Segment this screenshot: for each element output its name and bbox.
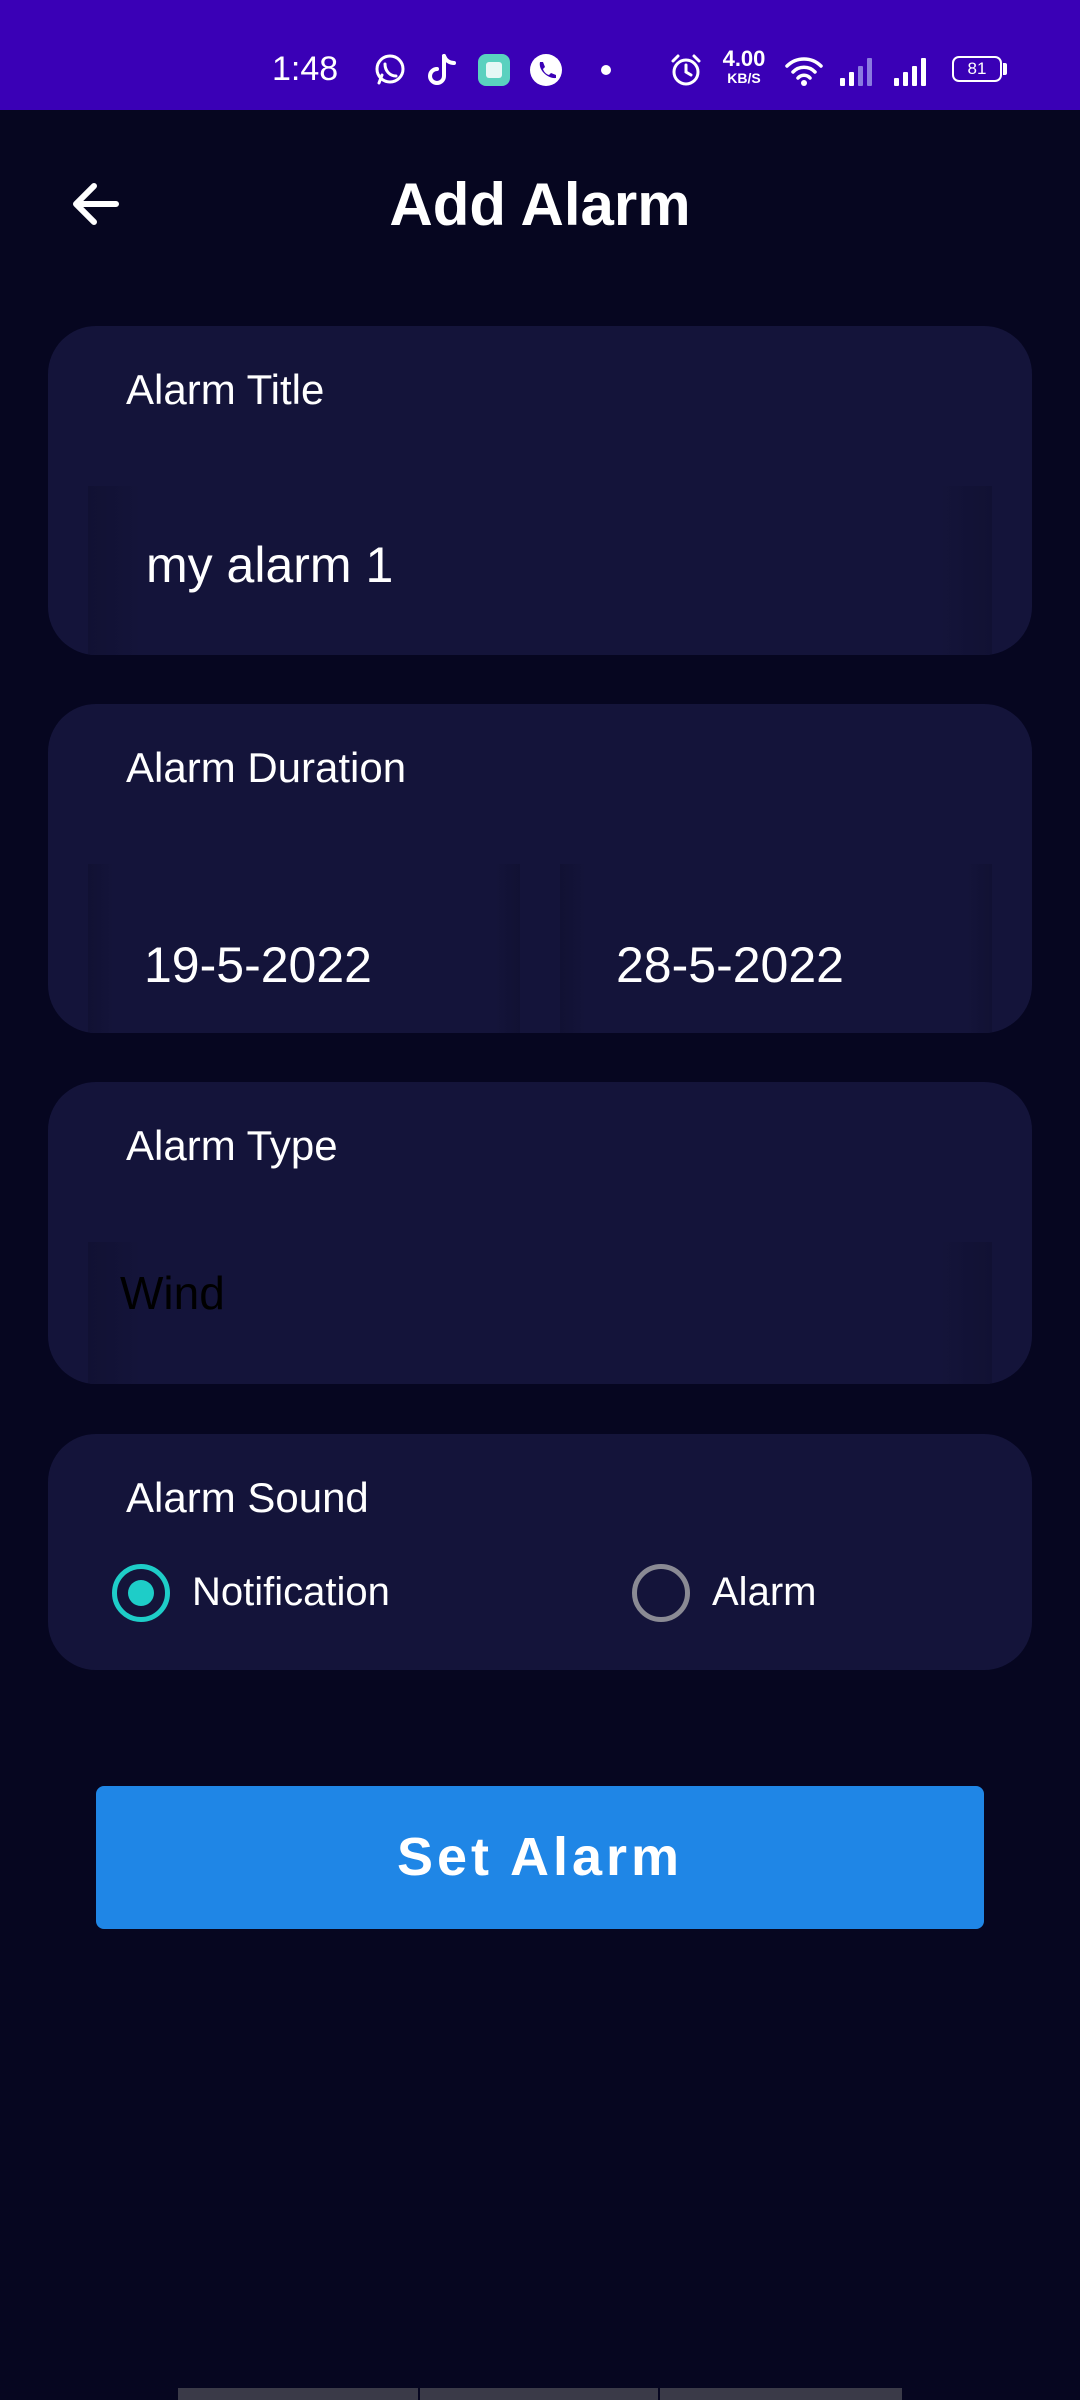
app-icon — [478, 54, 510, 86]
notification-dot-icon — [601, 65, 611, 75]
alarm-duration-card: Alarm Duration 19-5-2022 28-5-2022 — [48, 704, 1032, 1033]
network-speed-unit: KB/S — [727, 70, 761, 86]
end-date-value: 28-5-2022 — [616, 937, 844, 993]
wifi-icon — [785, 57, 823, 86]
alarm-radio-option[interactable]: Alarm — [632, 1564, 932, 1644]
end-date-field[interactable]: 28-5-2022 — [560, 864, 992, 1033]
alarm-type-card: Alarm Type Wind — [48, 1082, 1032, 1384]
status-bar: 1:48 4.00 KB/S 81 — [0, 0, 1080, 110]
page-title: Add Alarm — [389, 171, 691, 238]
notification-radio-button[interactable] — [112, 1564, 170, 1622]
notification-radio-option[interactable]: Notification — [112, 1564, 492, 1644]
signal-sim1-icon — [840, 58, 872, 86]
start-date-value: 19-5-2022 — [144, 937, 372, 993]
whatsapp-call-icon — [530, 54, 562, 86]
tiktok-icon — [428, 54, 456, 85]
start-date-field[interactable]: 19-5-2022 — [88, 864, 520, 1033]
alarm-title-value: my alarm 1 — [146, 537, 394, 593]
nav-handle-center — [420, 2388, 658, 2400]
battery-indicator: 81 — [952, 56, 1002, 82]
alarm-type-dropdown[interactable]: Wind — [88, 1242, 992, 1384]
status-time: 1:48 — [272, 50, 339, 88]
alarm-title-card: Alarm Title my alarm 1 — [48, 326, 1032, 655]
alarm-clock-icon — [671, 54, 701, 86]
nav-handle-right — [660, 2388, 902, 2400]
alarm-radio-button[interactable] — [632, 1564, 690, 1622]
network-speed: 4.00 KB/S — [716, 46, 772, 86]
battery-tip — [1003, 63, 1007, 75]
notification-radio-label: Notification — [192, 1570, 390, 1614]
alarm-sound-label: Alarm Sound — [126, 1474, 369, 1521]
alarm-type-label: Alarm Type — [126, 1122, 338, 1169]
set-alarm-button[interactable]: Set Alarm — [96, 1786, 984, 1929]
alarm-sound-card: Alarm Sound Notification Alarm — [48, 1434, 1032, 1670]
alarm-type-value: Wind — [120, 1267, 225, 1319]
alarm-radio-label: Alarm — [712, 1570, 817, 1614]
alarm-title-label: Alarm Title — [126, 366, 325, 413]
signal-sim2-icon — [894, 58, 926, 86]
nav-handle-left — [178, 2388, 418, 2400]
alarm-duration-label: Alarm Duration — [126, 744, 407, 791]
whatsapp-icon — [375, 54, 405, 85]
alarm-title-input[interactable]: my alarm 1 — [88, 486, 992, 655]
network-speed-value: 4.00 — [722, 46, 766, 71]
